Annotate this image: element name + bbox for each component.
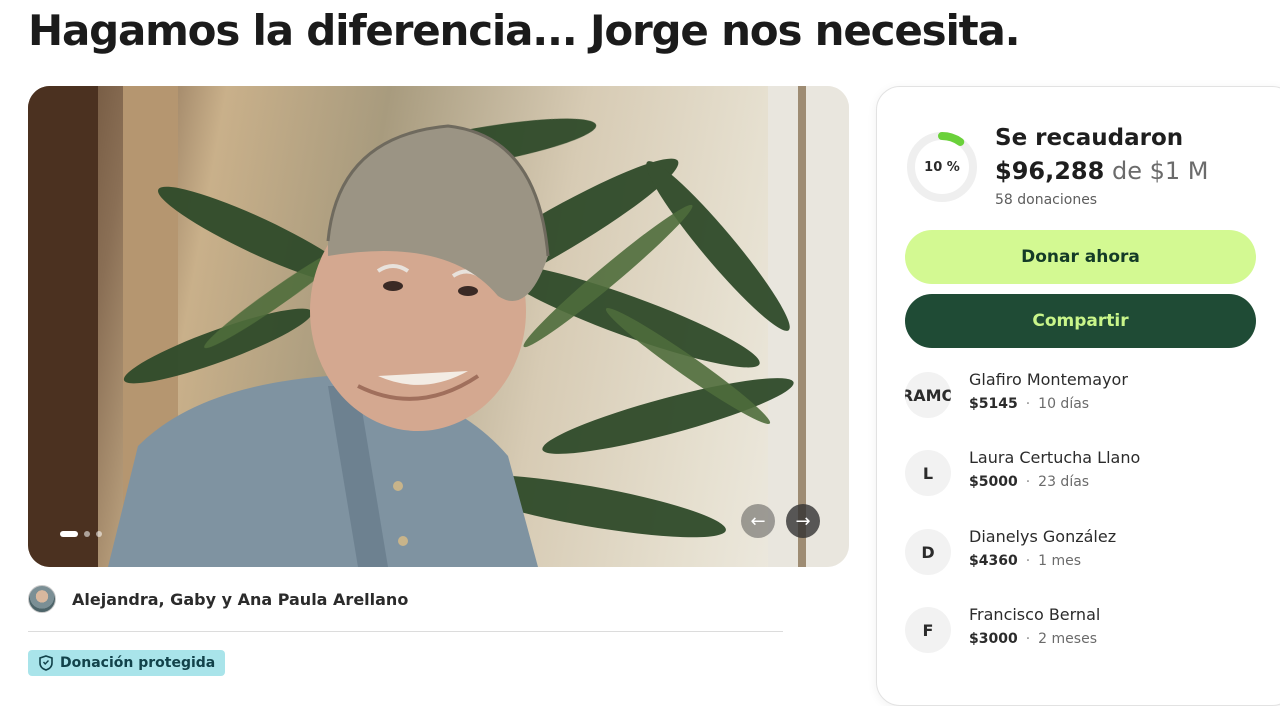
carousel-dot[interactable] [96,531,102,537]
carousel-dot-active[interactable] [60,531,78,537]
divider [28,631,783,632]
raised-amount: $96,288 [995,157,1105,185]
protected-donation-label: Donación protegida [60,655,216,671]
donation-count[interactable]: 58 donaciones [995,192,1097,208]
share-button[interactable]: Compartir [905,294,1256,348]
organizer[interactable]: Alejandra, Gaby y Ana Paula Arellano [28,585,408,613]
donor-meta: $5145 · 10 días [969,396,1089,412]
donor-item: F Francisco Bernal $3000 · 2 meses [905,605,1265,655]
raised-heading: Se recaudaron [995,125,1184,151]
raised-of: de [1111,157,1142,185]
protected-donation-badge[interactable]: Donación protegida [28,650,226,676]
donor-meta: $5000 · 23 días [969,474,1089,490]
donor-meta: $3000 · 2 meses [969,631,1097,647]
carousel-dots [60,531,102,537]
carousel-next-button[interactable]: → [786,504,820,538]
page-title: Hagamos la diferencia... Jorge nos neces… [28,6,1021,55]
organizer-avatar [28,585,56,613]
donor-name: Dianelys González [969,527,1117,546]
donor-amount: $5145 [969,396,1018,412]
donor-time: 10 días [1038,396,1090,412]
separator-dot: · [1025,396,1031,412]
donor-name: Francisco Bernal [969,605,1101,624]
donor-amount: $3000 [969,631,1018,647]
separator-dot: · [1025,631,1031,647]
donor-time: 1 mes [1038,553,1082,569]
shield-icon [39,655,53,671]
donor-avatar: L [905,450,951,496]
donor-avatar: D [905,529,951,575]
donor-meta: $4360 · 1 mes [969,553,1081,569]
donor-avatar: RAMO [905,372,951,418]
photo-illustration [28,86,849,567]
arrow-right-icon: → [795,510,811,532]
donor-item: D Dianelys González $4360 · 1 mes [905,527,1265,577]
donor-time: 23 días [1038,474,1090,490]
progress-percent: 10 % [924,159,960,175]
carousel-prev-button[interactable]: ← [741,504,775,538]
donor-amount: $5000 [969,474,1018,490]
donation-sidebar: 10 % Se recaudaron $96,288 de $1 M 58 do… [876,86,1280,706]
donor-item: L Laura Certucha Llano $5000 · 23 días [905,448,1265,498]
donor-time: 2 meses [1038,631,1097,647]
donor-name: Laura Certucha Llano [969,448,1141,467]
donor-amount: $4360 [969,553,1018,569]
carousel-dot[interactable] [84,531,90,537]
goal-amount: $1 M [1149,157,1209,185]
separator-dot: · [1025,553,1031,569]
raised-amount-line: $96,288 de $1 M [995,157,1208,185]
donor-avatar: F [905,607,951,653]
donor-item: RAMO Glafiro Montemayor $5145 · 10 días [905,370,1265,420]
campaign-photo[interactable]: ← → [28,86,849,567]
separator-dot: · [1025,474,1031,490]
donor-name: Glafiro Montemayor [969,370,1128,389]
donate-button[interactable]: Donar ahora [905,230,1256,284]
arrow-left-icon: ← [750,510,766,532]
organizer-name[interactable]: Alejandra, Gaby y Ana Paula Arellano [72,590,408,609]
